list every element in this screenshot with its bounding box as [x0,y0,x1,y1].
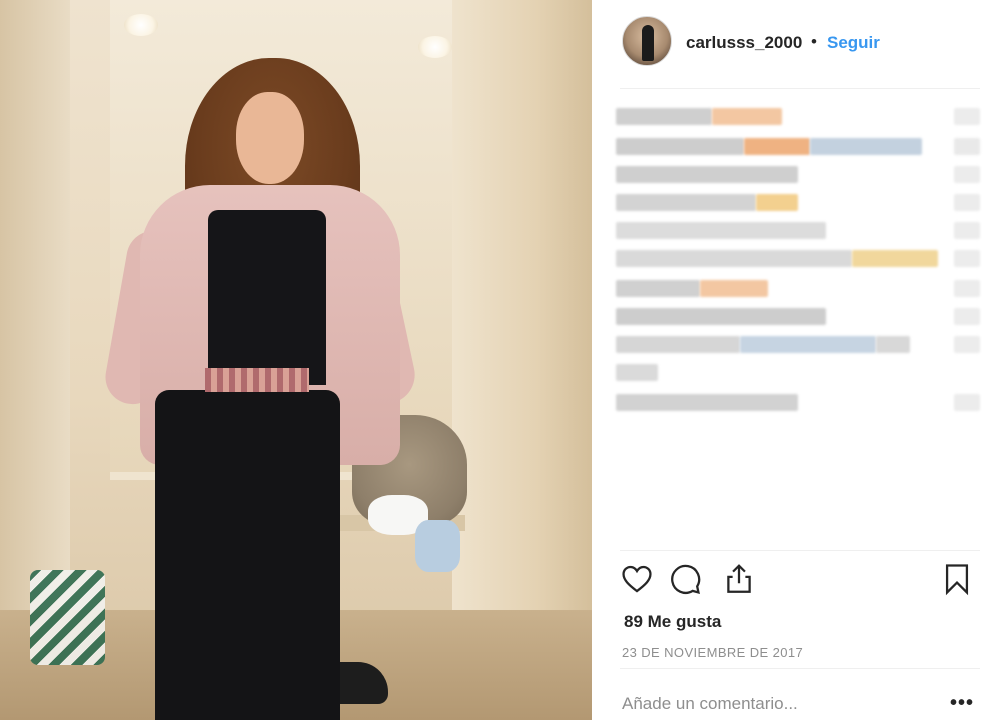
blurred-text [954,194,980,211]
share-icon[interactable] [722,562,758,598]
heart-icon[interactable] [620,562,656,598]
avatar-figure [642,25,654,61]
comment-input[interactable] [622,690,932,718]
blurred-text [954,222,980,239]
follow-button[interactable]: Seguir [827,33,880,53]
divider [620,668,980,669]
blurred-text [616,364,658,381]
person-belt [205,368,309,392]
blurred-text [954,166,980,183]
blurred-text [954,336,980,353]
ceiling-light [124,14,158,36]
blurred-text [616,308,826,325]
post-photo[interactable] [0,0,592,720]
blurred-text [616,222,826,239]
blurred-text [616,194,756,211]
blurred-text [954,138,980,155]
person-face [236,92,304,184]
blurred-text [712,108,782,125]
blurred-text [954,108,980,125]
blurred-text [616,250,852,267]
likes-count[interactable]: 89 Me gusta [624,612,721,632]
avatar[interactable] [622,16,672,66]
blurred-text [616,280,700,297]
bookmark-icon[interactable] [940,562,976,598]
blurred-text [744,138,810,155]
blurred-text [954,250,980,267]
blurred-text [616,394,798,411]
post-header: carlusss_2000 • Seguir [592,0,1000,86]
blurred-text [954,280,980,297]
blurred-text [616,138,744,155]
blurred-text [810,138,922,155]
more-options-icon[interactable]: ••• [950,692,974,715]
blurred-text [954,394,980,411]
divider [620,550,980,551]
clothes-pile [415,520,460,572]
shopping-bag [30,570,105,665]
post-actions [620,562,980,602]
comment-bubble-icon[interactable] [668,562,704,598]
post-date: 23 DE NOVIEMBRE DE 2017 [622,645,804,660]
person-top [208,210,326,385]
ceiling-light [418,36,452,58]
blurred-text [740,336,876,353]
post-side-panel: carlusss_2000 • Seguir 89 Me gusta 23 DE… [592,0,1000,720]
separator-dot: • [811,32,817,51]
blurred-text [852,250,938,267]
pixelated-caption [616,100,984,430]
blurred-text [616,336,740,353]
blurred-text [616,166,798,183]
blurred-text [756,194,798,211]
blurred-text [954,308,980,325]
blurred-text [616,108,712,125]
username[interactable]: carlusss_2000 [686,33,802,53]
person-trousers [155,390,340,720]
blurred-text [700,280,768,297]
blurred-text [876,336,910,353]
divider [620,88,980,89]
